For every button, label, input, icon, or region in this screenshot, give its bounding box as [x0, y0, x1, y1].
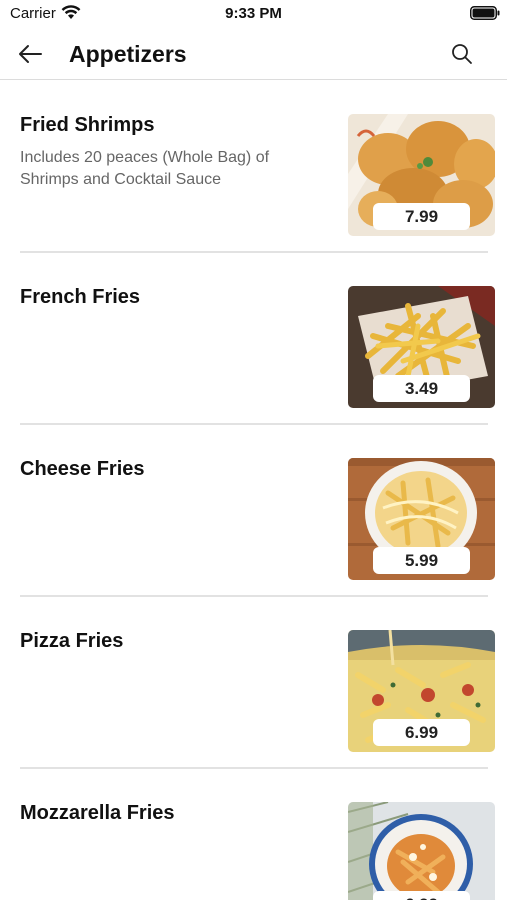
item-name: French Fries — [20, 286, 141, 308]
price-badge: 5.99 — [373, 547, 470, 574]
battery-icon — [470, 6, 500, 20]
mozzarella-fries-photo — [348, 802, 495, 900]
price-badge: 3.49 — [373, 375, 470, 402]
status-bar: Carrier 9:33 PM — [0, 0, 507, 30]
item-name: Fried Shrimps — [20, 114, 155, 136]
price-badge: 6.99 — [373, 719, 470, 746]
arrow-left-icon — [19, 45, 42, 63]
item-description: Includes 20 peaces (Whole Bag) of Shrimp… — [20, 149, 270, 188]
menu-item[interactable]: Cheese Fries 5.99 — [20, 458, 495, 580]
search-button[interactable] — [448, 40, 476, 68]
divider — [20, 767, 488, 769]
back-button[interactable] — [14, 40, 46, 68]
price-badge: 6.99 — [373, 891, 470, 900]
item-image: 5.99 — [348, 458, 495, 580]
item-name: Pizza Fries — [20, 630, 124, 652]
item-name: Mozzarella Fries — [20, 802, 175, 824]
page-title: Appetizers — [69, 41, 187, 67]
menu-item[interactable]: Fried Shrimps Includes 20 peaces (Whole … — [20, 114, 495, 236]
item-image: 7.99 — [348, 114, 495, 236]
item-image: 6.99 — [348, 802, 495, 900]
navigation-bar: Appetizers — [0, 30, 507, 80]
price-badge: 7.99 — [373, 203, 470, 230]
item-image: 3.49 — [348, 286, 495, 408]
menu-item[interactable]: Mozzarella Fries 6.99 — [20, 802, 495, 900]
menu-item[interactable]: French Fries 3.49 — [20, 286, 495, 408]
item-name: Cheese Fries — [20, 458, 145, 480]
search-icon — [452, 44, 472, 64]
divider — [20, 251, 488, 253]
divider — [20, 423, 488, 425]
divider — [20, 595, 488, 597]
item-image: 6.99 — [348, 630, 495, 752]
menu-item[interactable]: Pizza Fries 6.99 — [20, 630, 495, 752]
status-time: 9:33 PM — [225, 5, 282, 22]
